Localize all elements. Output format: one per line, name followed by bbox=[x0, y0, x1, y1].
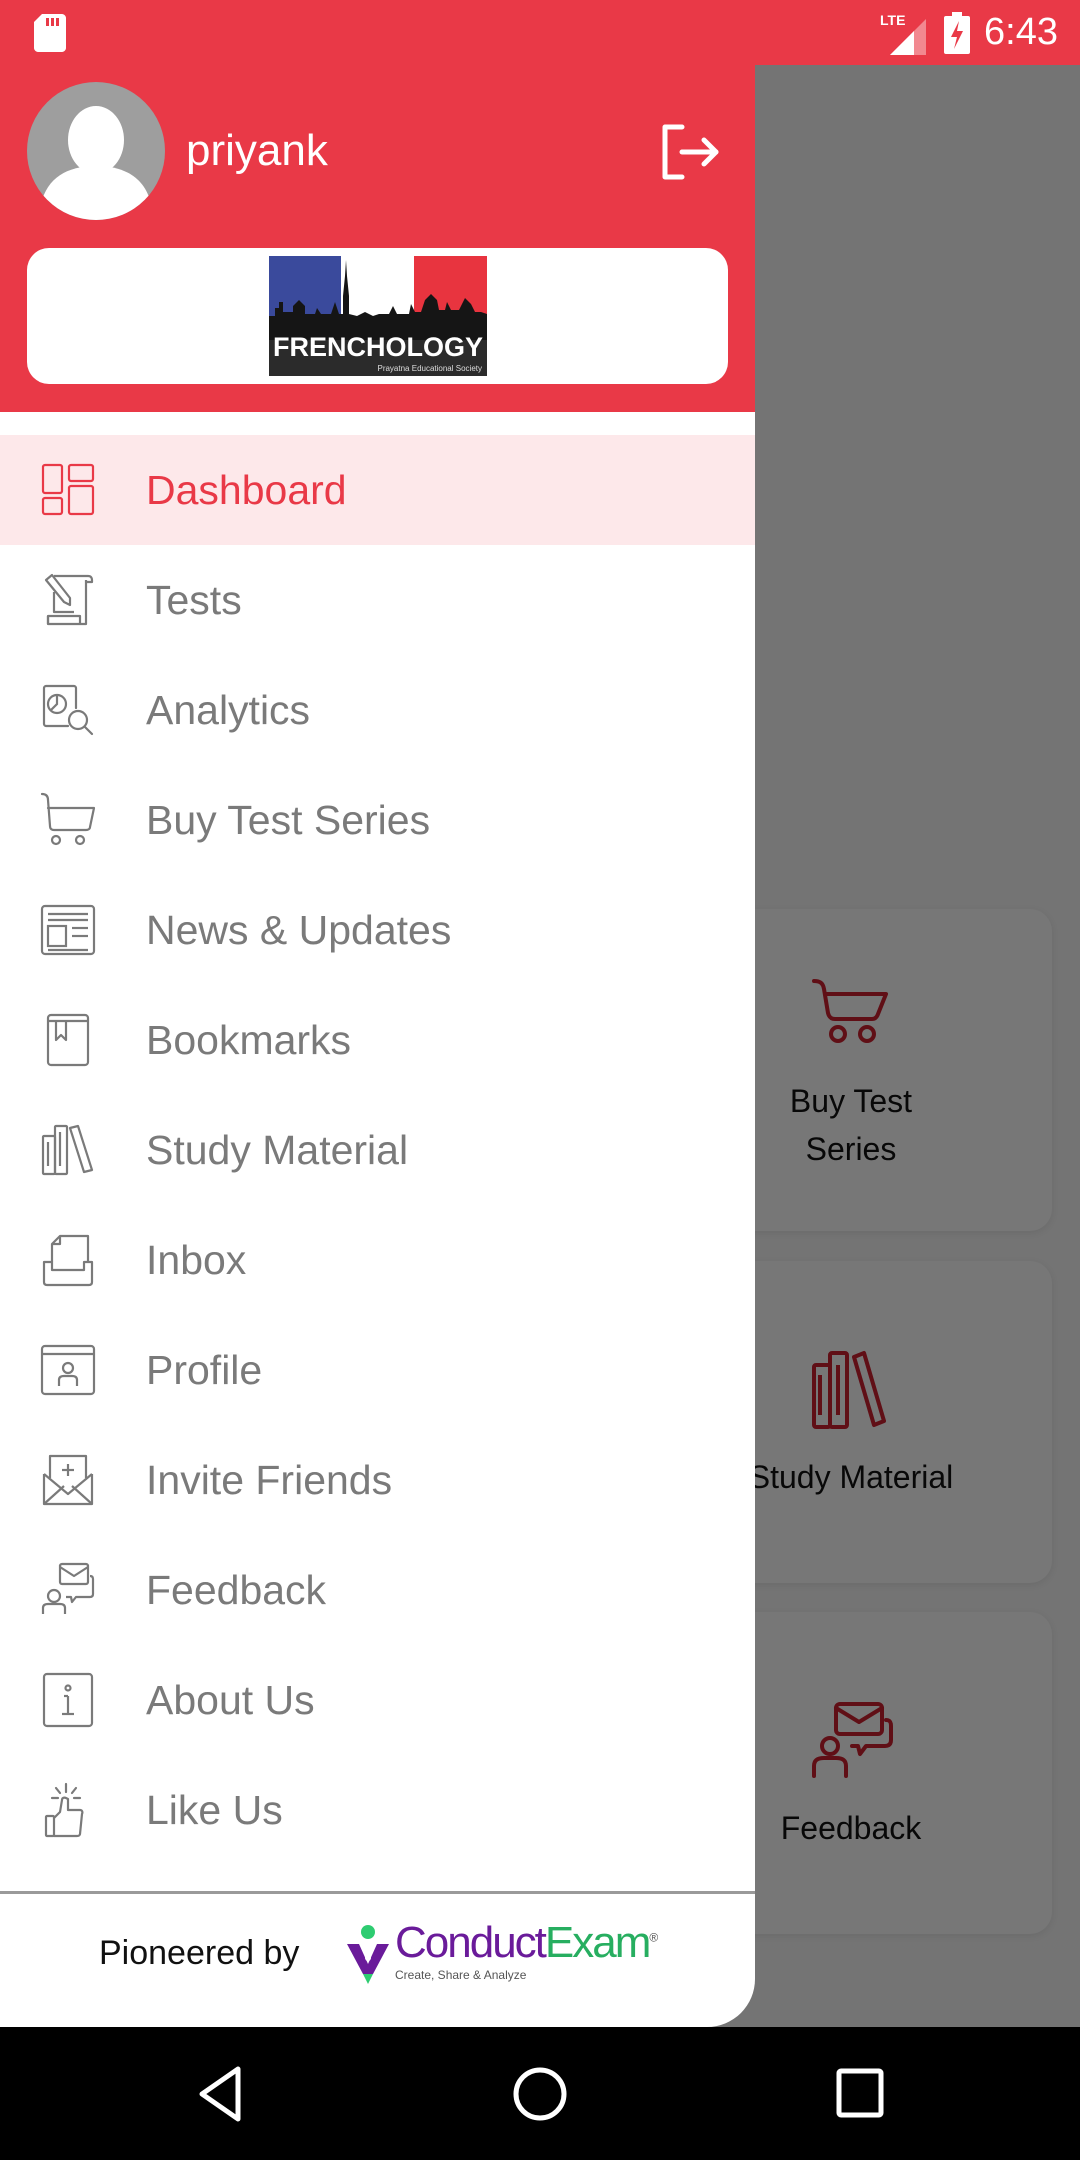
partner-name-part-a: Conduct bbox=[395, 1918, 547, 1967]
username: priyank bbox=[186, 126, 328, 175]
screen: Buy Test Series Study Material Feedback bbox=[0, 0, 1080, 2160]
partner-tagline: Create, Share & Analyze bbox=[395, 1968, 527, 1982]
cart-icon bbox=[40, 792, 96, 846]
menu-label: Like Us bbox=[146, 1787, 283, 1833]
status-bar: LTE 6:43 bbox=[0, 0, 1080, 65]
menu-item-like-us[interactable]: Like Us bbox=[0, 1755, 755, 1865]
menu-item-inbox[interactable]: Inbox bbox=[0, 1205, 755, 1315]
menu-label: Invite Friends bbox=[146, 1457, 393, 1503]
menu-label: Bookmarks bbox=[146, 1017, 352, 1063]
drawer-footer: Pioneered by ConductExam® Create, Share … bbox=[0, 1894, 755, 2027]
menu-item-invite-friends[interactable]: Invite Friends bbox=[0, 1425, 755, 1535]
lte-signal-icon: LTE bbox=[880, 12, 927, 55]
default-avatar-icon bbox=[41, 106, 151, 220]
menu-label: Inbox bbox=[146, 1237, 247, 1283]
conductexam-mark-icon bbox=[347, 1925, 389, 1984]
home-icon[interactable] bbox=[505, 2059, 575, 2129]
menu-item-profile[interactable]: Profile bbox=[0, 1315, 755, 1425]
partner-name: ConductExam® bbox=[395, 1918, 658, 1968]
system-nav-bar bbox=[0, 2027, 1080, 2160]
navigation-drawer: priyank FRENCHOLOGY Prayatna Educational… bbox=[0, 65, 755, 2027]
menu-label: Buy Test Series bbox=[146, 797, 431, 843]
menu-label: Tests bbox=[146, 577, 242, 623]
conductexam-logo[interactable]: ConductExam® Create, Share & Analyze bbox=[345, 1918, 658, 1994]
avatar[interactable] bbox=[27, 82, 165, 220]
menu-label: Analytics bbox=[146, 687, 311, 733]
menu-item-buy-test-series[interactable]: Buy Test Series bbox=[0, 765, 755, 875]
bookmark-icon bbox=[46, 1013, 90, 1067]
menu-label: Study Material bbox=[146, 1127, 409, 1173]
menu-label: Profile bbox=[146, 1347, 263, 1393]
brand-logo-card: FRENCHOLOGY Prayatna Educational Society bbox=[27, 248, 728, 384]
menu-item-bookmarks[interactable]: Bookmarks bbox=[0, 985, 755, 1095]
dashboard-icon bbox=[41, 463, 95, 516]
invite-icon bbox=[42, 1454, 94, 1506]
books-icon bbox=[41, 1124, 94, 1176]
menu-label: News & Updates bbox=[146, 907, 452, 953]
network-type: LTE bbox=[880, 12, 905, 28]
menu-item-news-updates[interactable]: News & Updates bbox=[0, 875, 755, 985]
menu-item-tests[interactable]: Tests bbox=[0, 545, 755, 655]
menu-label: About Us bbox=[146, 1677, 315, 1723]
info-icon bbox=[42, 1672, 94, 1728]
paris-skyline-icon bbox=[269, 260, 487, 340]
inbox-icon bbox=[42, 1234, 94, 1287]
frenchology-logo: FRENCHOLOGY Prayatna Educational Society bbox=[269, 256, 487, 376]
thumbs-up-icon bbox=[44, 1782, 84, 1838]
menu-item-analytics[interactable]: Analytics bbox=[0, 655, 755, 765]
logo-subtitle: Prayatna Educational Society bbox=[377, 364, 482, 373]
registered-mark: ® bbox=[649, 1930, 658, 1945]
logout-icon[interactable] bbox=[660, 123, 722, 181]
profile-icon bbox=[40, 1344, 96, 1396]
drawer-header: priyank FRENCHOLOGY Prayatna Educational… bbox=[0, 65, 755, 412]
recents-icon[interactable] bbox=[825, 2059, 895, 2129]
menu-item-about-us[interactable]: About Us bbox=[0, 1645, 755, 1755]
feedback-icon bbox=[41, 1562, 95, 1614]
analytics-icon bbox=[42, 684, 94, 736]
drawer-menu: Dashboard Tests Analytics Buy Test Serie… bbox=[0, 435, 755, 1865]
logo-title: FRENCHOLOGY bbox=[272, 332, 483, 362]
back-icon[interactable] bbox=[188, 2059, 258, 2129]
clock: 6:43 bbox=[984, 11, 1058, 53]
pioneered-by-label: Pioneered by bbox=[99, 1934, 300, 1972]
newspaper-icon bbox=[40, 904, 96, 956]
menu-item-dashboard[interactable]: Dashboard bbox=[0, 435, 755, 545]
menu-label: Dashboard bbox=[146, 467, 347, 513]
menu-item-feedback[interactable]: Feedback bbox=[0, 1535, 755, 1645]
status-icons: LTE 6:43 bbox=[880, 0, 1058, 65]
tests-icon bbox=[44, 573, 94, 626]
menu-label: Feedback bbox=[146, 1567, 327, 1613]
menu-item-study-material[interactable]: Study Material bbox=[0, 1095, 755, 1205]
battery-charging-icon bbox=[944, 11, 971, 54]
sd-card-icon bbox=[34, 14, 66, 52]
partner-name-part-b: Exam bbox=[544, 1918, 651, 1967]
